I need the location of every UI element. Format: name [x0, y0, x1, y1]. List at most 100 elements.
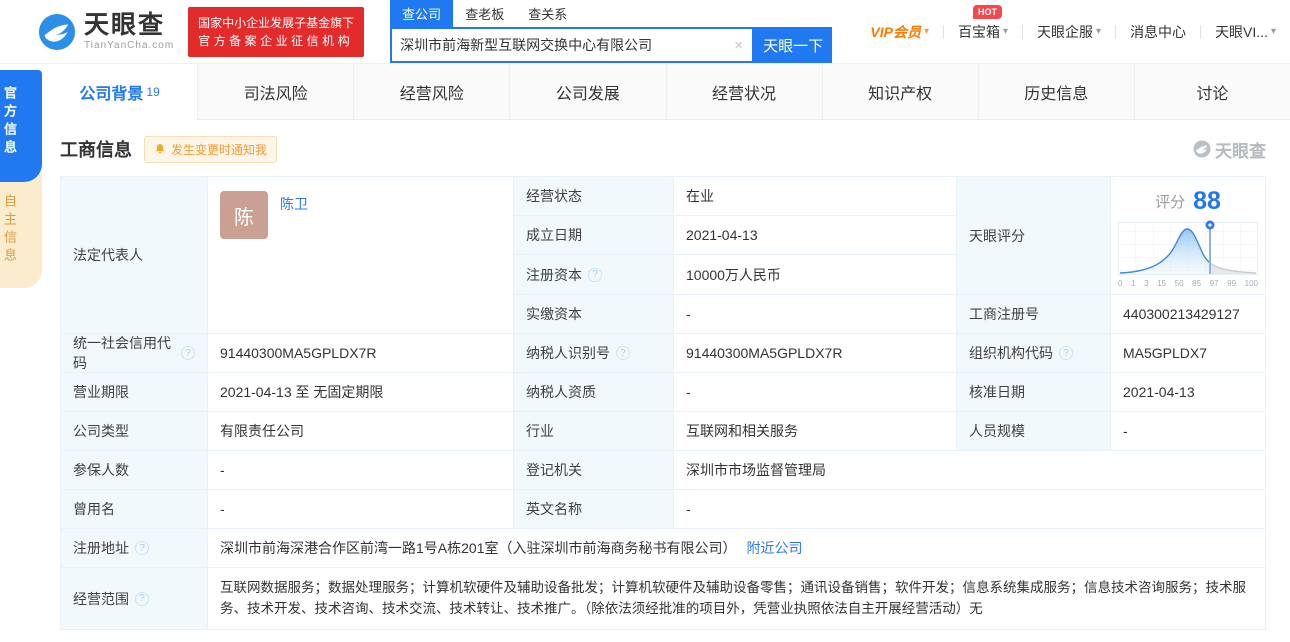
- logo-subtitle: TianYanCha.com: [84, 39, 175, 51]
- tab-operating-status[interactable]: 经营状况: [665, 64, 822, 119]
- search-tabs: 查公司 查老板 查关系: [390, 0, 832, 27]
- help-icon[interactable]: ?: [588, 267, 602, 282]
- field-label-company-type: 公司类型: [61, 412, 208, 451]
- help-icon[interactable]: ?: [181, 346, 195, 360]
- field-value-registry: 深圳市市场监督管理局: [674, 451, 1265, 490]
- tab-label: 讨论: [1196, 85, 1229, 103]
- field-value-taxpayer-id: 91440300MA5GPLDX7R: [674, 334, 957, 373]
- legal-rep-cell: 陈 陈卫: [208, 177, 514, 334]
- certification-line1: 国家中小企业发展子基金旗下: [198, 15, 355, 30]
- watermark-text: 天眼查: [1215, 141, 1266, 161]
- label-text: 登记机关: [526, 462, 582, 478]
- label-text: 纳税人识别号: [526, 345, 610, 361]
- field-value-paid-capital: -: [674, 295, 957, 334]
- field-label-legal-rep: 法定代表人: [61, 177, 208, 334]
- watermark-logo-icon: [1193, 140, 1211, 158]
- tab-intellectual-property[interactable]: 知识产权: [821, 64, 978, 119]
- label-text: 经营状态: [526, 188, 582, 204]
- section-title: 工商信息: [60, 140, 132, 160]
- score-tick: 97: [1209, 279, 1219, 288]
- field-label-former-name: 曾用名: [61, 490, 208, 529]
- tab-company-background[interactable]: 公司背景 19: [42, 64, 198, 120]
- tab-count-badge: 19: [146, 85, 160, 99]
- nav-toolbox-label: 百宝箱: [958, 23, 1000, 40]
- label-text: 天眼评分: [969, 227, 1025, 244]
- field-label-registry: 登记机关: [514, 451, 674, 490]
- score-ticks: 0 1 3 15 50 85 97 99 100: [1118, 279, 1258, 288]
- nav-divider: [943, 24, 944, 39]
- field-value-approval-date: 2021-04-13: [1111, 373, 1265, 412]
- help-icon[interactable]: ?: [616, 346, 630, 360]
- tab-discussion[interactable]: 讨论: [1133, 64, 1290, 119]
- top-navigation: VIP会员 ▾ HOT 百宝箱 ▾ 天眼企服 ▾ 消息中心 天眼VI... ▾: [870, 4, 1276, 42]
- help-icon[interactable]: ?: [135, 591, 149, 606]
- nav-toolbox[interactable]: HOT 百宝箱 ▾: [958, 4, 1008, 42]
- company-tabstrip: 公司背景 19 司法风险 经营风险 公司发展 经营状况 知识产权 历史信息 讨论: [42, 64, 1290, 120]
- label-text: 注册资本: [526, 266, 582, 283]
- score-number: 88: [1193, 187, 1221, 215]
- logo-title: 天眼查: [84, 10, 166, 39]
- nav-message-center-label: 消息中心: [1130, 23, 1187, 40]
- label-text: 行业: [526, 423, 554, 439]
- field-value-taxpayer-quality: -: [674, 373, 957, 412]
- legal-rep-link[interactable]: 陈卫: [280, 194, 308, 214]
- label-text: 曾用名: [73, 501, 115, 517]
- help-icon[interactable]: ?: [135, 541, 149, 555]
- score-curve-chart: [1118, 220, 1258, 275]
- field-value-reg-capital: 10000万人民币: [674, 255, 957, 295]
- search-area: 查公司 查老板 查关系 × 天眼一下: [390, 0, 833, 63]
- label-text: 经营范围: [73, 590, 129, 607]
- field-label-insured-count: 参保人数: [61, 451, 208, 490]
- search-tab-boss[interactable]: 查老板: [453, 0, 516, 27]
- sidebar-tab-self-info[interactable]: 自主信息: [0, 168, 42, 288]
- nav-divider: [1115, 24, 1117, 39]
- score-header: 评分 88: [1155, 187, 1221, 216]
- label-text: 人员规模: [969, 423, 1025, 439]
- tab-operating-risk[interactable]: 经营风险: [353, 64, 509, 119]
- clear-icon[interactable]: ×: [725, 37, 752, 54]
- tab-history-info[interactable]: 历史信息: [977, 64, 1134, 119]
- search-tab-relation[interactable]: 查关系: [516, 0, 579, 27]
- nav-message-center[interactable]: 消息中心: [1130, 22, 1186, 42]
- score-tick: 15: [1157, 279, 1167, 288]
- nearby-companies-link[interactable]: 附近公司: [746, 538, 802, 558]
- score-word: 评分: [1155, 194, 1186, 211]
- tab-judicial-risk[interactable]: 司法风险: [197, 64, 353, 119]
- certification-line2: 官方备案企业征信机构: [198, 33, 354, 48]
- label-text: 核准日期: [969, 384, 1025, 400]
- field-label-paid-capital: 实缴资本: [514, 295, 674, 334]
- field-value-former-name: -: [208, 490, 514, 529]
- nav-enterprise-service[interactable]: 天眼企服 ▾: [1037, 22, 1101, 42]
- tianyancha-logo[interactable]: 天眼查 TianYanCha.com: [38, 10, 175, 51]
- search-input[interactable]: [392, 37, 726, 53]
- nav-vip-label: VIP会员: [870, 23, 921, 40]
- field-label-tianyan-score: 天眼评分: [957, 177, 1111, 295]
- label-text: 成立日期: [526, 227, 582, 243]
- search-tab-company[interactable]: 查公司: [390, 0, 454, 27]
- nav-vip-member[interactable]: VIP会员 ▾: [870, 22, 929, 42]
- score-cell[interactable]: 评分 88 0 1 3 15 50 85 97 99 100: [1111, 177, 1265, 295]
- nav-tianyan-vip[interactable]: 天眼VI... ▾: [1215, 22, 1276, 42]
- score-tick: 99: [1227, 279, 1237, 288]
- field-value-establish-date: 2021-04-13: [674, 216, 957, 255]
- help-icon[interactable]: ?: [1059, 346, 1073, 360]
- business-info-table: 法定代表人 陈 陈卫 经营状态 在业 成立日期 2021-04-13 注册资本?…: [60, 176, 1266, 630]
- notify-badge[interactable]: 发生变更时通知我: [144, 135, 278, 163]
- tab-company-development[interactable]: 公司发展: [509, 64, 665, 119]
- label-text: 实缴资本: [526, 306, 582, 322]
- nav-divider: [1200, 24, 1202, 39]
- field-label-reg-capital: 注册资本?: [514, 255, 674, 295]
- nav-enterprise-service-label: 天眼企服: [1037, 23, 1094, 40]
- field-label-approval-date: 核准日期: [957, 373, 1111, 412]
- field-value-staff-size: -: [1111, 412, 1265, 451]
- score-tick: 0: [1118, 279, 1123, 288]
- label-text: 工商注册号: [969, 306, 1039, 322]
- sidebar-tab-official-info[interactable]: 官方信息: [0, 70, 42, 182]
- tab-label: 知识产权: [868, 85, 933, 103]
- search-button[interactable]: 天眼一下: [754, 27, 833, 63]
- field-label-establish-date: 成立日期: [514, 216, 674, 255]
- field-label-business-scope: 经营范围?: [61, 568, 208, 629]
- caret-down-icon: ▾: [1270, 26, 1276, 37]
- avatar[interactable]: 陈: [220, 191, 268, 239]
- label-text: 英文名称: [526, 501, 582, 517]
